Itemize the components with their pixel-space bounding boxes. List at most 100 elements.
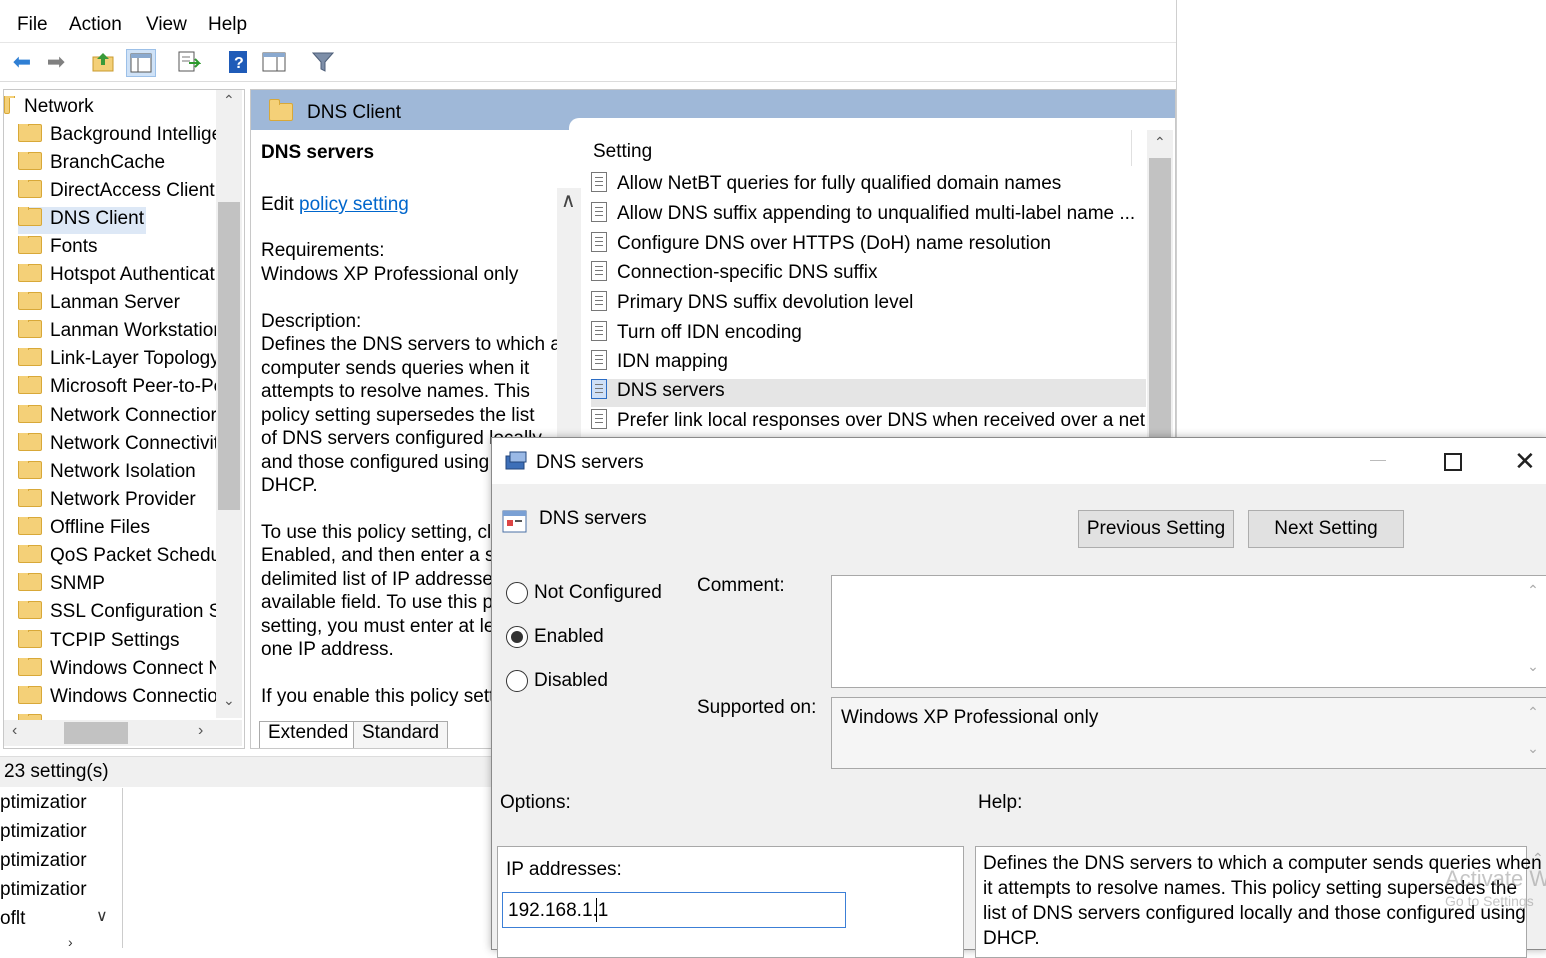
- tree-horizontal-scroll-thumb[interactable]: [64, 722, 128, 744]
- tree-item[interactable]: Network Isolation: [18, 461, 218, 487]
- activation-watermark: Activate W: [1445, 866, 1546, 891]
- ip-addresses-input[interactable]: 192.168.1.1: [502, 892, 846, 928]
- tree-item[interactable]: Background Intellige: [18, 124, 218, 150]
- tree-item[interactable]: SSL Configuration Se: [18, 601, 218, 627]
- tree-item[interactable]: Windows Connectio: [18, 686, 218, 712]
- setting-row[interactable]: Allow NetBT queries for fully qualified …: [591, 172, 1146, 200]
- tree-item[interactable]: SNMP: [18, 573, 218, 599]
- previous-setting-button[interactable]: Previous Setting: [1078, 510, 1234, 548]
- tree-item[interactable]: Hotspot Authenticat: [18, 264, 218, 290]
- folder-icon: [18, 292, 42, 310]
- list-item[interactable]: ptimizatior: [0, 821, 87, 843]
- list-item[interactable]: ptimizatior: [0, 879, 87, 901]
- help-icon[interactable]: ?: [224, 49, 252, 75]
- usage-text: To use this policy setting, cli: [261, 522, 496, 543]
- tree-item[interactable]: Offline Files: [18, 517, 218, 543]
- tab-extended[interactable]: Extended: [259, 721, 358, 748]
- minimize-icon[interactable]: [1370, 460, 1386, 461]
- maximize-icon[interactable]: [1444, 453, 1462, 471]
- up-folder-icon[interactable]: [90, 49, 118, 75]
- scroll-right-arrow-icon[interactable]: ›: [198, 722, 203, 740]
- menu-help[interactable]: Help: [208, 14, 247, 36]
- tree-item[interactable]: DirectAccess Client E: [18, 180, 218, 206]
- supported-on-label: Supported on:: [697, 697, 817, 718]
- tree-item[interactable]: Lanman Workstatior: [18, 320, 218, 346]
- tree-item-network[interactable]: Network: [4, 96, 204, 122]
- tree-item[interactable]: TCPIP Settings: [18, 630, 218, 656]
- setting-row[interactable]: Prefer link local responses over DNS whe…: [591, 409, 1146, 437]
- scroll-up-arrow-icon[interactable]: ⌃: [1522, 704, 1544, 721]
- radio-enabled[interactable]: [506, 626, 528, 648]
- folder-icon: [18, 658, 42, 676]
- next-setting-button[interactable]: Next Setting: [1248, 510, 1404, 548]
- options-panel: IP addresses: 192.168.1.1: [497, 846, 964, 958]
- setting-row[interactable]: Turn off IDN encoding: [591, 321, 1146, 349]
- scroll-up-arrow-icon[interactable]: ⌃: [1522, 582, 1544, 599]
- radio-label-enabled[interactable]: Enabled: [534, 626, 604, 648]
- list-item[interactable]: ptimizatior: [0, 792, 87, 814]
- radio-label-disabled[interactable]: Disabled: [534, 670, 608, 692]
- console-tree: Network Background Intellige BranchCache…: [3, 89, 245, 749]
- setting-row[interactable]: Allow DNS suffix appending to unqualifie…: [591, 202, 1146, 230]
- policy-document-icon: [591, 202, 607, 222]
- tree-item[interactable]: Fonts: [18, 236, 218, 262]
- description-text: attempts to resolve names. This: [261, 381, 530, 402]
- tree-item[interactable]: Network Connectivit: [18, 433, 218, 459]
- text-cursor: [596, 898, 597, 922]
- tree-item-dns-client[interactable]: DNS Client: [18, 207, 146, 234]
- scroll-down-arrow-icon[interactable]: ⌄: [223, 692, 235, 709]
- scroll-up-arrow-icon[interactable]: ⌃: [1154, 134, 1166, 151]
- tree-vertical-scrollbar[interactable]: ⌃ ⌄: [216, 90, 242, 718]
- radio-label-not-configured[interactable]: Not Configured: [534, 582, 662, 604]
- export-list-icon[interactable]: [175, 49, 203, 75]
- list-item[interactable]: oflt: [0, 908, 25, 930]
- back-arrow-icon[interactable]: ⬅: [8, 49, 36, 75]
- scroll-up-arrow-icon[interactable]: ⌃: [223, 92, 235, 109]
- setting-row[interactable]: Primary DNS suffix devolution level: [591, 291, 1146, 319]
- show-hide-console-tree-icon[interactable]: [126, 49, 156, 77]
- setting-row[interactable]: Connection-specific DNS suffix: [591, 261, 1146, 289]
- description-text: computer sends queries when it: [261, 358, 530, 379]
- setting-row-dns-servers[interactable]: DNS servers: [591, 379, 1146, 407]
- filter-icon[interactable]: [309, 49, 337, 75]
- comment-textarea[interactable]: ⌃ ⌄: [831, 575, 1546, 688]
- tree-item[interactable]: Windows Connect N: [18, 658, 218, 684]
- policy-setting-link[interactable]: policy setting: [299, 194, 409, 215]
- ip-addresses-label: IP addresses:: [506, 859, 622, 880]
- tree-item[interactable]: Lanman Server: [18, 292, 218, 318]
- tree-item[interactable]: Link-Layer Topology: [18, 348, 218, 374]
- tree-horizontal-scrollbar[interactable]: ‹ ›: [4, 720, 242, 746]
- tree-item[interactable]: Microsoft Peer-to-Pe: [18, 376, 218, 402]
- help-text: DHCP.: [983, 928, 1040, 949]
- menu-action[interactable]: Action: [69, 14, 122, 36]
- tree-vertical-scroll-thumb[interactable]: [218, 202, 240, 510]
- dialog-title: DNS servers: [536, 452, 644, 473]
- tree-item[interactable]: Network Connectior: [18, 405, 218, 431]
- radio-not-configured[interactable]: [506, 582, 528, 604]
- scroll-left-arrow-icon[interactable]: ‹: [12, 722, 17, 740]
- column-header-setting[interactable]: Setting: [593, 141, 652, 163]
- folder-icon: [18, 433, 42, 451]
- usage-text: one IP address.: [261, 639, 394, 660]
- requirements-value: Windows XP Professional only: [261, 264, 519, 285]
- tree-item[interactable]: Network Provider: [18, 489, 218, 515]
- setting-row[interactable]: Configure DNS over HTTPS (DoH) name reso…: [591, 232, 1146, 260]
- scroll-down-arrow-icon[interactable]: ⌄: [1522, 658, 1544, 675]
- options-label: Options:: [500, 792, 571, 813]
- forward-arrow-icon[interactable]: ➡: [42, 49, 70, 75]
- radio-disabled[interactable]: [506, 670, 528, 692]
- scroll-down-arrow-icon[interactable]: ⌄: [1522, 740, 1544, 757]
- show-hide-action-pane-icon[interactable]: [260, 49, 288, 75]
- tree-item[interactable]: QoS Packet Schedule: [18, 545, 218, 571]
- requirements-label: Requirements:: [261, 240, 385, 261]
- tab-standard[interactable]: Standard: [353, 721, 449, 748]
- folder-icon: [18, 236, 42, 254]
- close-icon[interactable]: ✕: [1514, 446, 1536, 477]
- list-item[interactable]: ptimizatior: [0, 850, 87, 872]
- menu-file[interactable]: File: [17, 14, 48, 36]
- scroll-up-arrow-icon[interactable]: ⌃: [1532, 850, 1544, 867]
- chevron-down-icon[interactable]: ∨: [96, 906, 108, 926]
- menu-view[interactable]: View: [146, 14, 187, 36]
- tree-item[interactable]: BranchCache: [18, 152, 218, 178]
- setting-row[interactable]: IDN mapping: [591, 350, 1146, 378]
